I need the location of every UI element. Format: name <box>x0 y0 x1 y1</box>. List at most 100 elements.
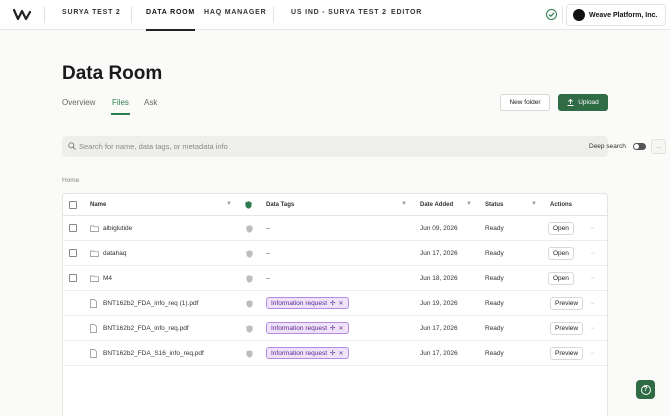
tab-files[interactable]: Files <box>111 98 130 115</box>
open-button[interactable]: Open <box>548 222 574 235</box>
search-submit-arrow-icon[interactable]: → <box>651 139 666 154</box>
date-added: Jun 17, 2026 <box>420 250 458 257</box>
more-options-icon[interactable]: ··· <box>590 275 595 282</box>
preview-button[interactable]: Preview <box>550 297 584 310</box>
more-options-icon[interactable]: ··· <box>590 250 595 257</box>
remove-tag-icon[interactable]: ✕ <box>338 300 343 307</box>
column-header-name[interactable]: Name <box>90 202 106 208</box>
file-name[interactable]: M4 <box>103 275 112 282</box>
search-input[interactable] <box>79 139 479 154</box>
preview-label: Preview <box>555 350 579 357</box>
table-row[interactable]: datahaq -- Jun 17, 2026 Ready Open ··· <box>63 241 607 266</box>
nav-link-project[interactable]: US IND - SURYA TEST 2 <box>291 9 387 16</box>
tab-ask[interactable]: Ask <box>144 98 157 107</box>
table-row[interactable]: albiglutide -- Jun 09, 2026 Ready Open ·… <box>63 216 607 241</box>
file-icon <box>90 299 97 308</box>
date-added: Jun 17, 2026 <box>420 350 458 357</box>
filter-icon[interactable]: ▼ <box>226 201 232 207</box>
organization-name: Weave Platform, Inc. <box>589 11 658 19</box>
new-folder-label: New folder <box>509 99 541 106</box>
preview-button[interactable]: Preview <box>550 322 584 335</box>
upload-icon <box>567 99 574 106</box>
organization-switcher[interactable]: Weave Platform, Inc. <box>566 4 666 26</box>
nav-link-surya-test-2[interactable]: SURYA TEST 2 <box>62 9 121 16</box>
data-tag-chip[interactable]: Information request ✢ ✕ <box>266 322 349 334</box>
data-tag-label: Information request <box>271 349 328 357</box>
file-name[interactable]: datahaq <box>103 250 127 257</box>
breadcrumb[interactable]: Home <box>62 177 79 184</box>
row-checkbox[interactable] <box>69 249 77 257</box>
new-folder-button[interactable]: New folder <box>500 94 550 111</box>
folder-icon <box>90 225 99 232</box>
column-header-data-tags[interactable]: Data Tags <box>266 202 294 208</box>
remove-tag-icon[interactable]: ✕ <box>338 325 343 332</box>
status: Ready <box>485 325 504 332</box>
open-button[interactable]: Open <box>548 247 574 260</box>
table-row[interactable]: BNT162b2_FDA_info_req (1).pdf Informatio… <box>63 291 607 316</box>
nav-link-editor[interactable]: EDITOR <box>391 9 422 16</box>
table-row[interactable]: M4 -- Jun 18, 2026 Ready Open ··· <box>63 266 607 291</box>
upload-button[interactable]: Upload <box>558 94 608 111</box>
file-name[interactable]: BNT162b2_FDA_S16_info_req.pdf <box>103 350 204 357</box>
top-navigation: SURYA TEST 2 DATA ROOM HAQ MANAGER US IN… <box>0 0 670 31</box>
more-options-icon[interactable]: ··· <box>590 300 595 307</box>
upload-label: Upload <box>578 99 599 106</box>
deep-search-label: Deep search <box>589 143 626 150</box>
filter-icon[interactable]: ▼ <box>401 201 407 207</box>
file-name[interactable]: BNT162b2_FDA_info_req.pdf <box>103 325 189 332</box>
nav-link-data-room[interactable]: DATA ROOM <box>146 9 196 31</box>
file-name[interactable]: BNT162b2_FDA_info_req (1).pdf <box>103 300 198 307</box>
column-header-date-added[interactable]: Date Added <box>420 202 453 208</box>
search-bar: Deep search → <box>62 136 666 157</box>
open-button[interactable]: Open <box>548 272 574 285</box>
row-checkbox[interactable] <box>69 274 77 282</box>
sparkle-icon: ✢ <box>330 325 336 332</box>
preview-label: Preview <box>555 300 579 307</box>
status: Ready <box>485 250 504 257</box>
file-name[interactable]: albiglutide <box>103 225 132 232</box>
more-options-icon[interactable]: ··· <box>590 350 595 357</box>
sparkle-icon: ✢ <box>330 300 336 307</box>
more-options-icon[interactable]: ··· <box>590 225 595 232</box>
nav-divider <box>273 6 274 23</box>
filter-icon[interactable]: ▼ <box>531 201 537 207</box>
table-row[interactable]: BNT162b2_FDA_info_req.pdf Information re… <box>63 316 607 341</box>
preview-label: Preview <box>555 325 579 332</box>
nav-divider <box>131 6 132 23</box>
table-row[interactable]: BNT162b2_FDA_S16_info_req.pdf Informatio… <box>63 341 607 366</box>
tab-overview[interactable]: Overview <box>62 98 95 107</box>
shield-icon <box>246 350 253 358</box>
help-button[interactable]: ? <box>636 380 655 399</box>
select-all-checkbox[interactable] <box>69 201 77 209</box>
remove-tag-icon[interactable]: ✕ <box>338 350 343 357</box>
data-tag-label: Information request <box>271 299 328 307</box>
data-tag-chip[interactable]: Information request ✢ ✕ <box>266 297 349 309</box>
more-options-icon[interactable]: ··· <box>590 325 595 332</box>
app-logo-icon[interactable] <box>13 8 33 22</box>
row-checkbox[interactable] <box>69 224 77 232</box>
question-mark-icon: ? <box>640 384 651 395</box>
data-tag-chip[interactable]: Information request ✢ ✕ <box>266 347 349 359</box>
column-header-status[interactable]: Status <box>485 202 503 208</box>
date-added: Jun 19, 2026 <box>420 300 458 307</box>
sync-status-check-icon <box>546 9 557 20</box>
filter-icon[interactable]: ▼ <box>466 201 472 207</box>
shield-icon <box>246 325 253 333</box>
date-added: Jun 09, 2026 <box>420 225 458 232</box>
open-label: Open <box>553 275 569 282</box>
column-header-actions: Actions <box>550 202 573 208</box>
shield-icon <box>246 275 253 283</box>
status: Ready <box>485 300 504 307</box>
nav-divider <box>44 6 45 23</box>
files-table: Name ▼ Data Tags ▼ Date Added ▼ Status ▼… <box>62 193 608 416</box>
page-title: Data Room <box>62 63 163 84</box>
folder-icon <box>90 250 99 257</box>
nav-link-haq-manager[interactable]: HAQ MANAGER <box>204 9 266 16</box>
data-tag-label: Information request <box>271 324 328 332</box>
status: Ready <box>485 350 504 357</box>
preview-button[interactable]: Preview <box>550 347 584 360</box>
date-added: Jun 18, 2026 <box>420 275 458 282</box>
deep-search-toggle[interactable] <box>633 143 646 150</box>
shield-icon <box>246 225 253 233</box>
organization-logo-icon <box>573 9 585 21</box>
